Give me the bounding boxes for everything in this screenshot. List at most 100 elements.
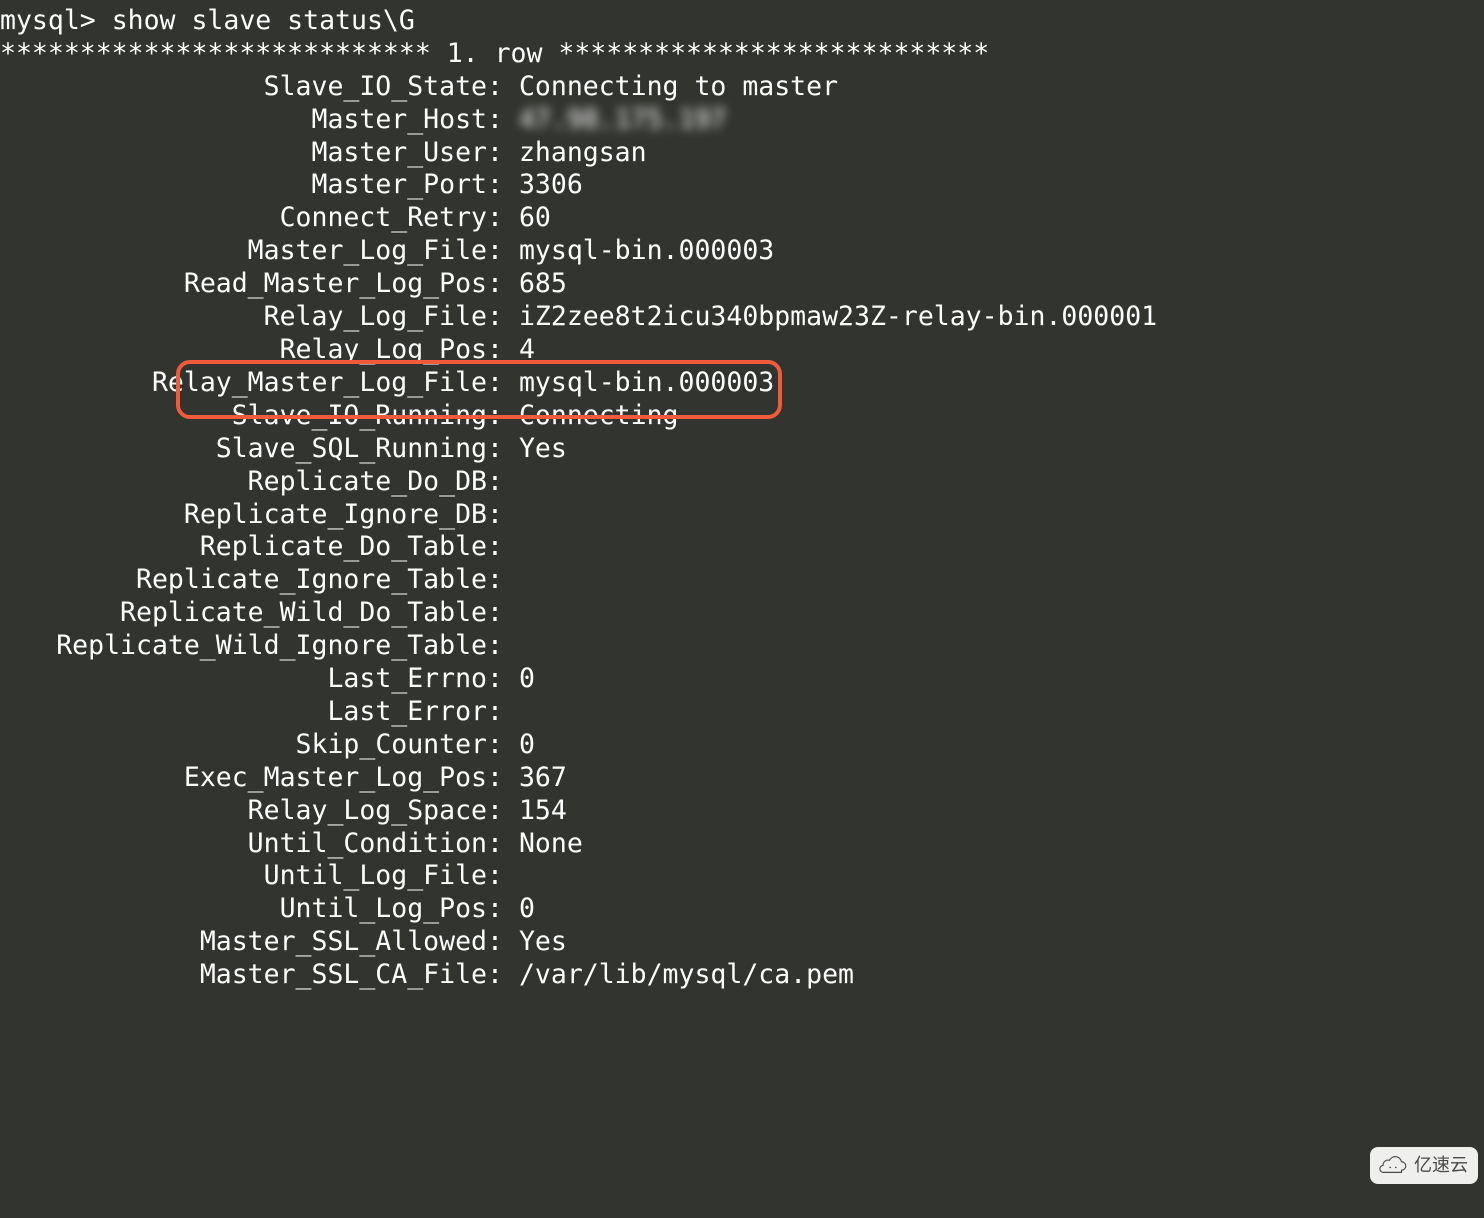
status-row: Master_SSL_Allowed: Yes xyxy=(0,926,1484,959)
status-key: Master_Port xyxy=(0,169,487,202)
status-key: Until_Log_File xyxy=(0,860,487,893)
status-row: Slave_IO_State: Connecting to master xyxy=(0,71,1484,104)
status-key: Replicate_Ignore_DB xyxy=(0,499,487,532)
row-header: *************************** 1. row *****… xyxy=(0,38,1484,71)
status-row: Relay_Log_Space: 154 xyxy=(0,795,1484,828)
status-value xyxy=(503,466,519,499)
status-key: Relay_Log_Pos xyxy=(0,334,487,367)
status-row: Master_Log_File: mysql-bin.000003 xyxy=(0,235,1484,268)
colon-separator: : xyxy=(487,301,503,334)
status-value: Connecting xyxy=(503,400,679,433)
status-key: Connect_Retry xyxy=(0,202,487,235)
status-value xyxy=(503,531,519,564)
watermark: 亿速云 xyxy=(1370,1147,1478,1184)
colon-separator: : xyxy=(487,367,503,400)
status-value: 685 xyxy=(503,268,567,301)
colon-separator: : xyxy=(487,137,503,170)
colon-separator: : xyxy=(487,926,503,959)
status-row: Until_Log_Pos: 0 xyxy=(0,893,1484,926)
status-key: Slave_SQL_Running xyxy=(0,433,487,466)
status-row: Exec_Master_Log_Pos: 367 xyxy=(0,762,1484,795)
colon-separator: : xyxy=(487,104,503,137)
status-row: Until_Condition: None xyxy=(0,828,1484,861)
status-value: None xyxy=(503,828,583,861)
colon-separator: : xyxy=(487,531,503,564)
status-row: Master_User: zhangsan xyxy=(0,137,1484,170)
status-row: Replicate_Do_DB: xyxy=(0,466,1484,499)
status-value xyxy=(503,860,519,893)
status-key: Read_Master_Log_Pos xyxy=(0,268,487,301)
status-value: mysql-bin.000003 xyxy=(503,235,774,268)
status-value: /var/lib/mysql/ca.pem xyxy=(503,959,854,992)
watermark-text: 亿速云 xyxy=(1414,1149,1468,1182)
status-value xyxy=(503,696,519,729)
status-row: Replicate_Wild_Ignore_Table: xyxy=(0,630,1484,663)
status-key: Relay_Master_Log_File xyxy=(0,367,487,400)
command-text: show slave status\G xyxy=(112,5,415,36)
status-key: Master_User xyxy=(0,137,487,170)
cloud-icon xyxy=(1376,1156,1410,1176)
status-row: Master_SSL_CA_File: /var/lib/mysql/ca.pe… xyxy=(0,959,1484,992)
colon-separator: : xyxy=(487,729,503,762)
status-value: iZ2zee8t2icu340bpmaw23Z-relay-bin.000001 xyxy=(503,301,1157,334)
status-value: Connecting to master xyxy=(503,71,838,104)
prompt-line: mysql> show slave status\G xyxy=(0,5,1484,38)
colon-separator: : xyxy=(487,334,503,367)
status-row: Master_Port: 3306 xyxy=(0,169,1484,202)
status-value: 154 xyxy=(503,795,567,828)
status-key: Skip_Counter xyxy=(0,729,487,762)
colon-separator: : xyxy=(487,564,503,597)
colon-separator: : xyxy=(487,169,503,202)
status-value: zhangsan xyxy=(503,137,647,170)
status-value xyxy=(503,564,519,597)
status-value: 60 xyxy=(503,202,551,235)
status-key: Slave_IO_Running xyxy=(0,400,487,433)
status-key: Replicate_Ignore_Table xyxy=(0,564,487,597)
colon-separator: : xyxy=(487,433,503,466)
colon-separator: : xyxy=(487,663,503,696)
colon-separator: : xyxy=(487,499,503,532)
terminal-output[interactable]: 1 row in set (0.00 sec)mysql> show slave… xyxy=(0,0,1484,992)
colon-separator: : xyxy=(487,893,503,926)
colon-separator: : xyxy=(487,959,503,992)
status-row: Read_Master_Log_Pos: 685 xyxy=(0,268,1484,301)
status-key: Relay_Log_File xyxy=(0,301,487,334)
status-value xyxy=(503,597,519,630)
colon-separator: : xyxy=(487,71,503,104)
status-value: mysql-bin.000003 xyxy=(503,367,774,400)
status-row: Replicate_Ignore_DB: xyxy=(0,499,1484,532)
status-row: Relay_Log_File: iZ2zee8t2icu340bpmaw23Z-… xyxy=(0,301,1484,334)
status-row: Replicate_Wild_Do_Table: xyxy=(0,597,1484,630)
status-value: 0 xyxy=(503,893,535,926)
status-key: Slave_IO_State xyxy=(0,71,487,104)
status-key: Replicate_Wild_Do_Table xyxy=(0,597,487,630)
status-key: Master_SSL_CA_File xyxy=(0,959,487,992)
status-value: 47.98.175.197 xyxy=(503,104,726,137)
status-value: 0 xyxy=(503,663,535,696)
status-key: Last_Errno xyxy=(0,663,487,696)
status-row: Until_Log_File: xyxy=(0,860,1484,893)
status-row: Connect_Retry: 60 xyxy=(0,202,1484,235)
colon-separator: : xyxy=(487,400,503,433)
status-row: Skip_Counter: 0 xyxy=(0,729,1484,762)
status-key: Master_Log_File xyxy=(0,235,487,268)
status-value: 0 xyxy=(503,729,535,762)
status-key: Exec_Master_Log_Pos xyxy=(0,762,487,795)
status-key: Until_Condition xyxy=(0,828,487,861)
status-key: Replicate_Do_DB xyxy=(0,466,487,499)
status-key: Master_SSL_Allowed xyxy=(0,926,487,959)
colon-separator: : xyxy=(487,696,503,729)
colon-separator: : xyxy=(487,630,503,663)
colon-separator: : xyxy=(487,466,503,499)
status-row: Last_Errno: 0 xyxy=(0,663,1484,696)
colon-separator: : xyxy=(487,860,503,893)
status-value: 367 xyxy=(503,762,567,795)
status-key: Replicate_Wild_Ignore_Table xyxy=(0,630,487,663)
colon-separator: : xyxy=(487,268,503,301)
mysql-prompt: mysql> xyxy=(0,5,112,36)
colon-separator: : xyxy=(487,828,503,861)
status-key: Until_Log_Pos xyxy=(0,893,487,926)
status-row: Replicate_Do_Table: xyxy=(0,531,1484,564)
status-key: Replicate_Do_Table xyxy=(0,531,487,564)
colon-separator: : xyxy=(487,235,503,268)
